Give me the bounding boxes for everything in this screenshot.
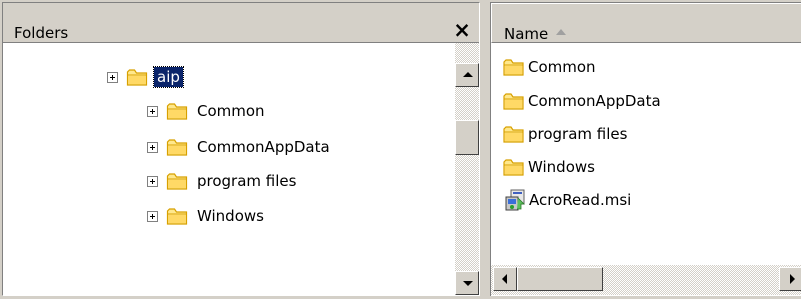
folders-vertical-scrollbar[interactable] <box>455 43 479 295</box>
folder-tree: aip Common CommonAppData program files W… <box>3 43 455 295</box>
expand-icon[interactable] <box>147 105 158 117</box>
scroll-right-button[interactable] <box>779 267 801 291</box>
arrow-up-icon <box>463 72 473 77</box>
file-list: Common CommonAppData program files Windo… <box>491 43 801 263</box>
expand-icon[interactable] <box>147 210 158 222</box>
folder-icon <box>166 208 189 225</box>
tree-node-program-files[interactable]: program files <box>147 167 299 195</box>
file-name: Windows <box>528 158 595 176</box>
files-horizontal-scrollbar[interactable] <box>491 265 801 295</box>
file-item-common[interactable]: Common <box>503 53 596 81</box>
file-name: CommonAppData <box>528 92 661 110</box>
tree-node-windows[interactable]: Windows <box>147 202 267 230</box>
folders-pane-header: Folders × <box>3 3 479 43</box>
tree-node-label[interactable]: CommonAppData <box>194 137 333 157</box>
scroll-up-button[interactable] <box>455 63 479 87</box>
sort-ascending-icon <box>556 29 566 35</box>
file-name: AcroRead.msi <box>529 191 632 209</box>
expand-icon[interactable] <box>107 71 118 83</box>
folder-icon <box>503 59 525 76</box>
column-header-label: Name <box>504 25 549 43</box>
vertical-scroll-thumb[interactable] <box>455 120 479 155</box>
file-item-windows[interactable]: Windows <box>503 153 595 181</box>
file-item-program-files[interactable]: program files <box>503 120 627 148</box>
tree-node-common[interactable]: Common <box>147 97 268 125</box>
files-pane: Name Common CommonAppData program files … <box>490 2 801 296</box>
file-item-acroread-msi[interactable]: AcroRead.msi <box>503 186 631 214</box>
folder-icon <box>503 126 525 143</box>
folder-icon <box>503 93 525 110</box>
arrow-down-icon <box>463 281 473 286</box>
file-name: Common <box>528 58 596 76</box>
arrow-right-icon <box>790 274 795 284</box>
scroll-down-button[interactable] <box>455 271 479 295</box>
folders-pane-title: Folders <box>14 24 69 42</box>
folder-open-icon <box>126 69 149 86</box>
horizontal-scroll-thumb[interactable] <box>517 267 603 291</box>
expand-icon[interactable] <box>147 175 158 187</box>
tree-node-aip[interactable]: aip <box>107 63 184 91</box>
file-name: program files <box>528 125 628 143</box>
close-folders-pane-button[interactable]: × <box>449 17 475 43</box>
arrow-left-icon <box>502 274 507 284</box>
folder-icon <box>166 173 189 190</box>
tree-node-label[interactable]: Common <box>194 101 268 121</box>
expand-icon[interactable] <box>147 141 158 153</box>
name-column-header[interactable]: Name <box>491 3 801 43</box>
folder-icon <box>166 139 189 156</box>
pane-splitter[interactable] <box>480 0 488 299</box>
tree-node-commonappdata[interactable]: CommonAppData <box>147 133 333 161</box>
file-item-commonappdata[interactable]: CommonAppData <box>503 87 661 115</box>
folder-icon <box>166 103 189 120</box>
folder-icon <box>503 159 525 176</box>
tree-node-label[interactable]: program files <box>194 171 299 191</box>
folders-pane: Folders × aip Common CommonAppData progr… <box>2 2 480 296</box>
msi-installer-icon <box>505 189 525 211</box>
tree-node-label[interactable]: aip <box>153 66 184 88</box>
tree-node-label[interactable]: Windows <box>194 206 267 226</box>
scroll-left-button[interactable] <box>493 267 517 291</box>
